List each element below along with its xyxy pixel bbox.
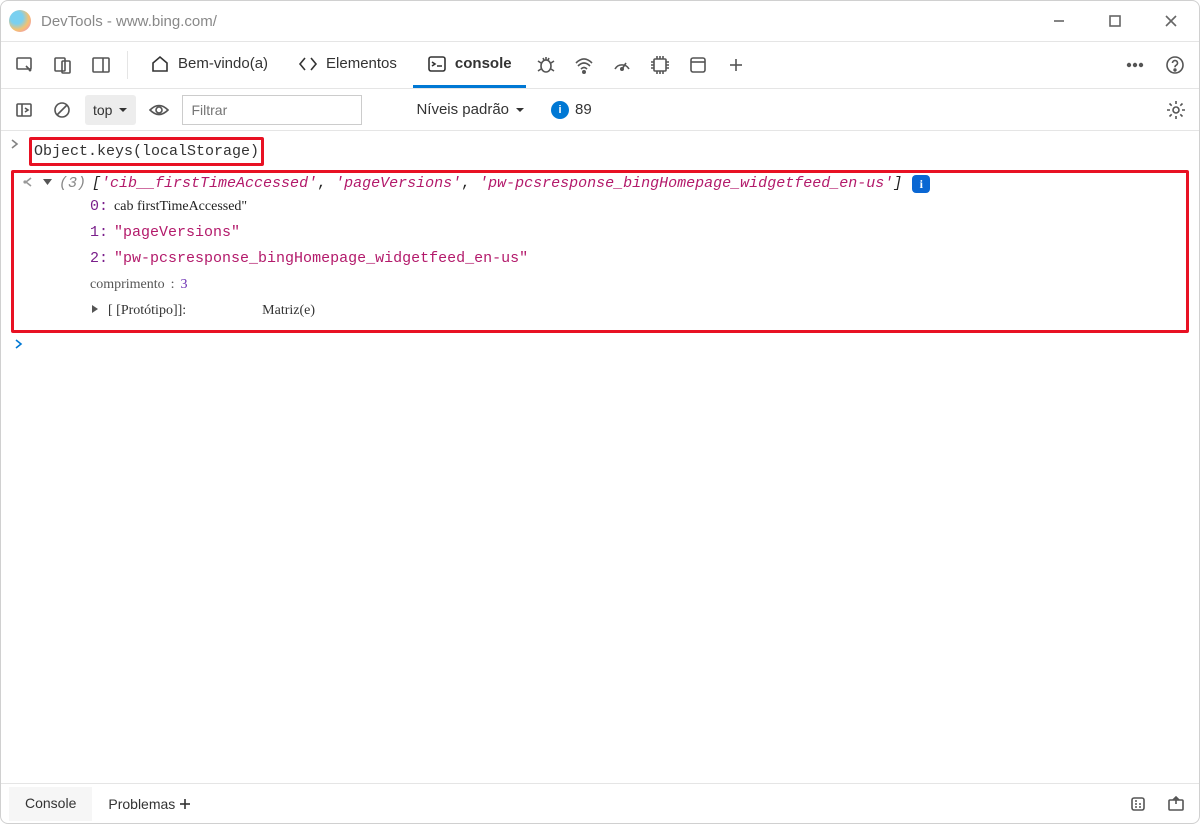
drawer-issues-icon[interactable] [1123, 789, 1153, 819]
plus-icon [179, 798, 191, 810]
application-icon[interactable] [680, 47, 716, 83]
input-chevron-icon [9, 137, 23, 159]
issues-count: 89 [575, 101, 592, 118]
length-row[interactable]: comprimento: 3 [90, 272, 1182, 298]
tab-console[interactable]: console [413, 42, 526, 88]
array-inline-preview: ['cib__firstTimeAccessed', 'pageVersions… [92, 175, 902, 192]
more-icon[interactable] [1117, 47, 1153, 83]
console-output-area[interactable]: Object.keys(localStorage) (3) ['cib__fir… [1, 131, 1199, 783]
add-tab-icon[interactable] [718, 47, 754, 83]
filter-input[interactable] [182, 95, 362, 125]
list-item[interactable]: 2 "pw-pcsresponse_bingHomepage_widgetfee… [90, 246, 1182, 272]
window-title: DevTools - www.bing.com/ [41, 13, 217, 30]
dock-side-icon[interactable] [83, 47, 119, 83]
main-toolbar: Bem-vindo(a) Elementos console [1, 41, 1199, 89]
bottom-drawer: Console Problemas [1, 783, 1199, 823]
bug-icon[interactable] [528, 47, 564, 83]
window-controls [1031, 1, 1199, 41]
console-input-line: Object.keys(localStorage) [1, 135, 1199, 168]
drawer-tab-console[interactable]: Console [9, 787, 92, 821]
log-levels-dropdown[interactable]: Níveis padrão [408, 101, 533, 118]
clear-console-icon[interactable] [47, 95, 77, 125]
context-label: top [93, 102, 112, 118]
console-settings-icon[interactable] [1161, 95, 1191, 125]
memory-icon[interactable] [642, 47, 678, 83]
tab-elements-label: Elementos [326, 55, 397, 72]
prototype-value: Matriz(e) [262, 298, 315, 324]
context-selector[interactable]: top [85, 95, 136, 125]
network-icon[interactable] [566, 47, 602, 83]
toggle-sidebar-icon[interactable] [9, 95, 39, 125]
prototype-label: [ [Protótipo]]: [108, 298, 186, 324]
inspect-element-icon[interactable] [7, 47, 43, 83]
performance-icon[interactable] [604, 47, 640, 83]
console-input-highlight: Object.keys(localStorage) [29, 137, 264, 166]
app-icon [9, 10, 31, 32]
minimize-button[interactable] [1031, 1, 1087, 41]
drawer-tab-problems[interactable]: Problemas [92, 788, 207, 820]
window-titlebar: DevTools - www.bing.com/ [1, 1, 1199, 41]
info-dot-icon: i [551, 101, 569, 119]
tab-console-label: console [455, 55, 512, 72]
console-prompt[interactable] [1, 337, 1199, 356]
levels-label: Níveis padrão [416, 101, 509, 118]
close-button[interactable] [1143, 1, 1199, 41]
output-chevron-icon [22, 175, 36, 194]
console-input-code: Object.keys(localStorage) [34, 143, 259, 160]
list-item[interactable]: 1 "pageVersions" [90, 220, 1182, 246]
array-expanded-items: 0 cab firstTimeAccessed" 1 "pageVersions… [18, 194, 1182, 298]
tab-elements[interactable]: Elementos [284, 42, 411, 88]
console-filter-bar: top Níveis padrão i 89 [1, 89, 1199, 131]
list-item[interactable]: 0 cab firstTimeAccessed" [90, 194, 1182, 220]
device-toggle-icon[interactable] [45, 47, 81, 83]
console-output-highlight: (3) ['cib__firstTimeAccessed', 'pageVers… [11, 170, 1189, 333]
expand-triangle-icon[interactable] [42, 175, 53, 192]
drawer-expand-icon[interactable] [1161, 789, 1191, 819]
collapse-triangle-icon[interactable] [90, 298, 100, 324]
info-badge-icon[interactable]: i [912, 175, 930, 193]
array-length-summary: (3) [59, 175, 86, 192]
prototype-row[interactable]: [ [Protótipo]]: Matriz(e) [18, 298, 1182, 324]
chevron-down-icon [118, 105, 128, 115]
help-icon[interactable] [1157, 47, 1193, 83]
console-output-summary[interactable]: (3) ['cib__firstTimeAccessed', 'pageVers… [18, 175, 1182, 194]
maximize-button[interactable] [1087, 1, 1143, 41]
issues-badge[interactable]: i 89 [541, 99, 602, 121]
tab-welcome[interactable]: Bem-vindo(a) [136, 42, 282, 88]
chevron-down-icon [515, 105, 525, 115]
tab-welcome-label: Bem-vindo(a) [178, 55, 268, 72]
divider [127, 51, 128, 79]
live-expression-icon[interactable] [144, 95, 174, 125]
